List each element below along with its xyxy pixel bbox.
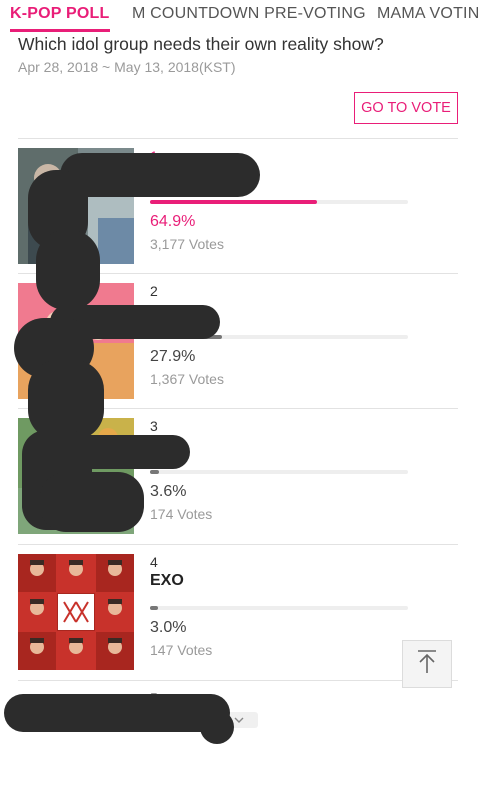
vote-bar-track — [150, 606, 408, 610]
redaction-mark — [60, 153, 260, 197]
group-thumbnail-4 — [18, 554, 134, 670]
vote-count: 3,177 Votes — [150, 236, 224, 252]
redaction-mark — [200, 710, 234, 744]
vote-bar-fill — [150, 606, 158, 610]
tab-kpop-poll[interactable]: K-POP POLL — [10, 5, 110, 23]
vote-bar-fill — [150, 200, 318, 204]
redaction-mark — [4, 694, 230, 732]
vote-percentage: 3.0% — [150, 619, 187, 636]
rank-number: 2 — [150, 283, 158, 299]
vote-bar-fill — [150, 470, 160, 474]
tab-m-countdown-pre-voting[interactable]: M COUNTDOWN PRE-VOTING — [132, 5, 366, 23]
redaction-mark — [40, 472, 144, 532]
vote-bar-track — [150, 470, 408, 474]
chevron-down-icon — [233, 711, 245, 729]
tab-mama-voting[interactable]: MAMA VOTING — [377, 5, 480, 23]
vote-percentage: 3.6% — [150, 483, 187, 500]
redaction-mark — [36, 230, 100, 310]
poll-dates: Apr 28, 2018 ~ May 13, 2018(KST) — [18, 59, 236, 75]
poll-tabs: K-POP POLL M COUNTDOWN PRE-VOTING MAMA V… — [0, 0, 480, 32]
vote-count: 174 Votes — [150, 506, 213, 522]
poll-question: Which idol group needs their own reality… — [18, 34, 384, 54]
vote-percentage: 27.9% — [150, 348, 196, 365]
rank-number: 4 — [150, 554, 158, 570]
arrow-up-icon — [415, 649, 439, 680]
vote-count: 1,367 Votes — [150, 371, 224, 387]
redaction-mark — [28, 360, 104, 440]
scroll-to-top-button[interactable] — [402, 640, 452, 688]
active-tab-indicator — [10, 29, 110, 32]
go-to-vote-button[interactable]: GO TO VOTE — [354, 92, 458, 124]
vote-percentage: 64.9% — [150, 213, 196, 230]
vote-count: 147 Votes — [150, 642, 213, 658]
rank-number: 3 — [150, 418, 158, 434]
group-name: EXO — [150, 572, 184, 589]
vote-bar-track — [150, 200, 408, 204]
